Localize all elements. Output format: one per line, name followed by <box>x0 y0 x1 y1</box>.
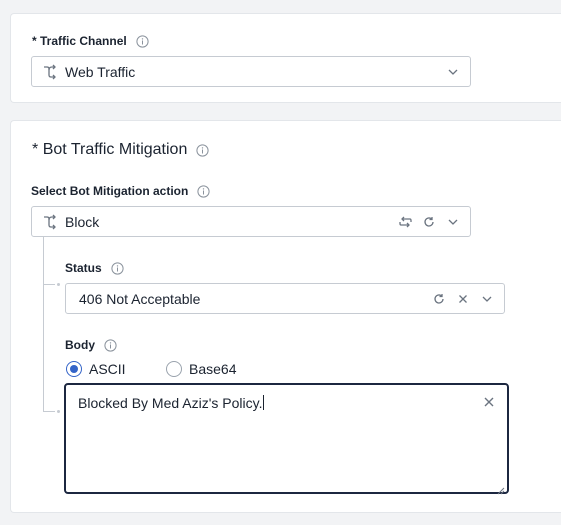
tree-dot <box>57 410 60 413</box>
bot-mitigation-action-value: Block <box>65 213 100 230</box>
swap-icon[interactable] <box>398 215 412 229</box>
status-label: Status <box>65 261 124 275</box>
chevron-down-icon[interactable] <box>480 292 494 306</box>
close-icon[interactable] <box>483 395 495 407</box>
tree-branch <box>43 411 55 412</box>
radio-button-selected[interactable] <box>66 361 82 377</box>
required-mark: * <box>32 141 39 158</box>
route-icon <box>42 64 58 80</box>
resize-grip-icon[interactable] <box>497 482 505 495</box>
encoding-radio-base64[interactable]: Base64 <box>166 361 236 377</box>
info-icon[interactable] <box>196 143 209 157</box>
chevron-down-icon[interactable] <box>446 215 460 229</box>
info-icon[interactable] <box>111 261 124 275</box>
info-icon[interactable] <box>104 338 117 352</box>
bot-mitigation-action-select[interactable]: Block <box>31 206 471 237</box>
chevron-down-icon[interactable] <box>446 65 460 79</box>
encoding-radio-label: ASCII <box>89 361 126 377</box>
bot-traffic-mitigation-title: * Bot Traffic Mitigation <box>32 141 209 159</box>
required-mark: * <box>32 34 37 48</box>
body-value: Blocked By Med Aziz's Policy. <box>78 395 263 411</box>
text-caret <box>263 395 265 410</box>
encoding-radio-label: Base64 <box>189 361 237 377</box>
bot-mitigation-action-label-text: Select Bot Mitigation action <box>31 184 189 198</box>
route-icon <box>42 214 58 230</box>
status-select[interactable]: 406 Not Acceptable <box>65 283 505 314</box>
body-label: Body <box>65 338 117 352</box>
reset-icon[interactable] <box>432 292 446 306</box>
tree-connector <box>43 237 44 412</box>
tree-branch <box>43 284 55 285</box>
body-textarea-text: Blocked By Med Aziz's Policy. <box>78 395 265 411</box>
info-icon[interactable] <box>197 184 210 198</box>
traffic-channel-label: * Traffic Channel <box>32 34 149 48</box>
bot-mitigation-action-label: Select Bot Mitigation action <box>31 184 210 198</box>
info-icon[interactable] <box>136 34 149 48</box>
traffic-channel-select[interactable]: Web Traffic <box>31 56 471 87</box>
body-label-text: Body <box>65 338 95 352</box>
bot-traffic-mitigation-title-text: Bot Traffic Mitigation <box>42 141 188 158</box>
encoding-radio-ascii[interactable]: ASCII <box>66 361 126 377</box>
status-label-text: Status <box>65 261 102 275</box>
close-icon[interactable] <box>456 292 470 306</box>
traffic-channel-label-text: Traffic Channel <box>40 34 127 48</box>
status-value: 406 Not Acceptable <box>79 290 201 307</box>
body-textarea[interactable]: Blocked By Med Aziz's Policy. <box>64 383 509 495</box>
traffic-channel-value: Web Traffic <box>65 63 136 80</box>
tree-dot <box>57 283 60 286</box>
reset-icon[interactable] <box>422 215 436 229</box>
radio-button[interactable] <box>166 361 182 377</box>
